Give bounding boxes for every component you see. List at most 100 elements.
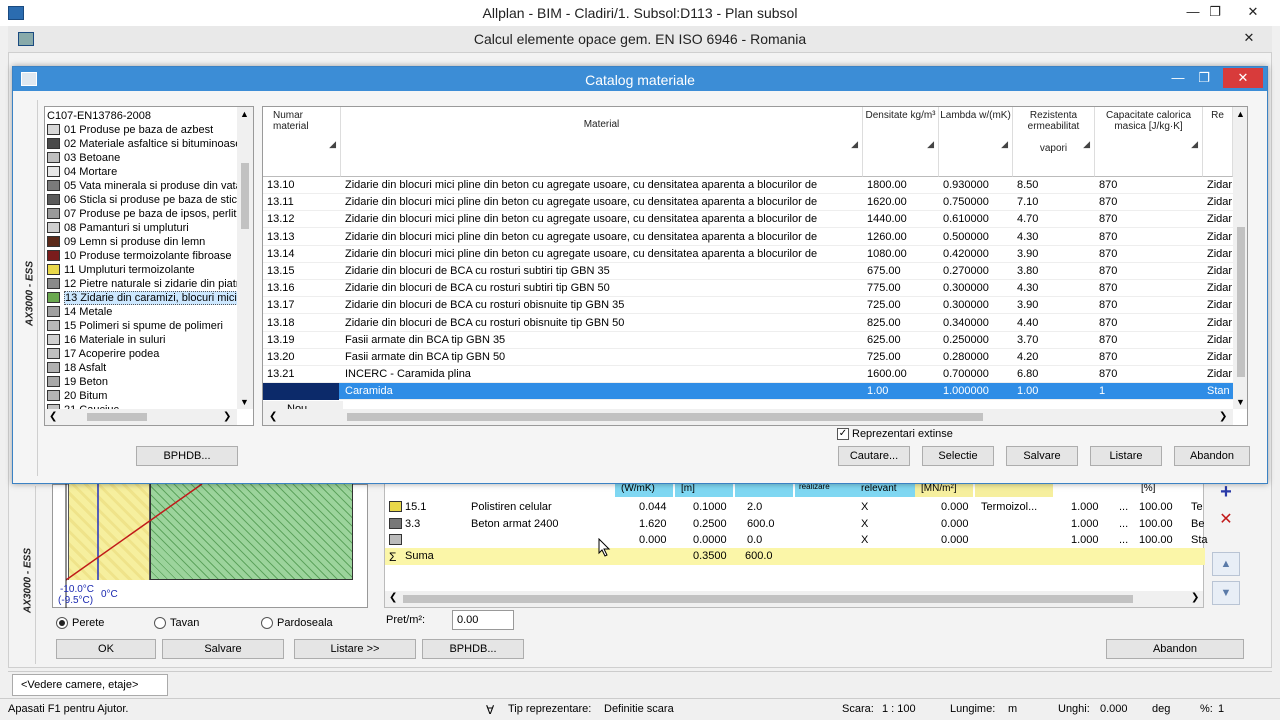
radio-pardoseala[interactable] — [261, 617, 273, 629]
tree-item[interactable]: 19 Beton — [47, 375, 237, 389]
col-header-capacity[interactable]: Capacitate calorica masica [J/kg·K] ◢ — [1095, 107, 1203, 177]
filter-icon[interactable]: ◢ — [927, 139, 934, 150]
catalog-maximize-icon[interactable]: ❐ — [1189, 68, 1219, 88]
tree-item[interactable]: 12 Pietre naturale si zidarie din piatra — [47, 277, 237, 291]
table-vscroll-thumb[interactable] — [1237, 227, 1245, 377]
scale-value[interactable]: 1 : 100 — [882, 703, 916, 715]
layer-grid-hscroll[interactable]: ❮ ❯ — [385, 591, 1203, 607]
tab-views[interactable]: <Vedere camere, etaje> — [12, 674, 168, 696]
calc-close-icon[interactable]: ✕ — [1234, 28, 1264, 48]
col-header-density[interactable]: Densitate kg/m³ ◢ — [863, 107, 939, 177]
table-row[interactable]: 13.16 Zidarie din blocuri de BCA cu rostu… — [263, 280, 1247, 298]
table-row[interactable]: 13.12 Zidarie din blocuri mici pline din … — [263, 211, 1247, 229]
table-row[interactable]: Caramida 1.00 1.000000 1.00 1 Stan — [263, 383, 1247, 401]
scroll-left-icon[interactable]: ❮ — [389, 592, 397, 603]
catalog-bphdb-button[interactable]: BPHDB... — [136, 446, 238, 466]
tree-item[interactable]: 06 Sticla si produse pe baza de sticla — [47, 193, 237, 207]
select-button[interactable]: Selectie — [922, 446, 994, 466]
table-hscroll[interactable]: ❮ ❯ — [263, 409, 1233, 425]
tree-vscroll[interactable]: ▲ ▼ — [237, 107, 253, 409]
material-category-tree[interactable]: C107-EN13786-2008 01 Produse pe baza de … — [44, 106, 254, 426]
tree-vscroll-thumb[interactable] — [241, 163, 249, 229]
filter-icon[interactable]: ◢ — [1191, 139, 1198, 150]
tree-scroll-up-icon[interactable]: ▲ — [240, 109, 249, 119]
table-row[interactable]: 13.20 Fasii armate din BCA tip GBN 50 725.… — [263, 349, 1247, 366]
tree-item[interactable]: 15 Polimeri si spume de polimeri — [47, 319, 237, 333]
tree-item[interactable]: 09 Lemn si produse din lemn — [47, 235, 237, 249]
tree-item[interactable]: 03 Betoane — [47, 151, 237, 165]
table-vscroll[interactable]: ▲ ▼ — [1233, 107, 1247, 409]
length-unit[interactable]: m — [1008, 703, 1017, 715]
calc-list-button[interactable]: Listare >> — [294, 639, 416, 659]
search-button[interactable]: Cautare... — [838, 446, 910, 466]
move-down-icon[interactable]: ▼ — [1212, 581, 1240, 605]
table-scroll-right-icon[interactable]: ❯ — [1219, 411, 1227, 422]
table-scroll-down-icon[interactable]: ▼ — [1236, 397, 1245, 407]
maximize-icon[interactable]: ❐ — [1200, 2, 1230, 22]
calc-side-tab[interactable]: AX3000 - ESS — [20, 486, 36, 664]
table-row[interactable]: 13.15 Zidarie din blocuri de BCA cu rostu… — [263, 263, 1247, 280]
tree-hscroll[interactable]: ❮ ❯ — [45, 409, 237, 425]
catalog-list-button[interactable]: Listare — [1090, 446, 1162, 466]
tree-item[interactable]: 02 Materiale asfaltice si bituminoase — [47, 137, 237, 151]
tree-item[interactable]: 20 Bitum — [47, 389, 237, 403]
delete-layer-icon[interactable]: ✕ — [1212, 508, 1240, 532]
table-row[interactable]: 13.17 Zidarie din blocuri de BCA cu rostu… — [263, 297, 1247, 315]
tree-root[interactable]: C107-EN13786-2008 — [47, 109, 237, 123]
move-up-icon[interactable]: ▲ — [1212, 552, 1240, 576]
tree-scroll-right-icon[interactable]: ❯ — [223, 411, 231, 422]
table-row[interactable]: 13.21 INCERC - Caramida plina 1600.00 0.700… — [263, 366, 1247, 384]
layer-row[interactable]: 0.000 0.0000 0.0 X 0.000 1.000... 100.00 Sta — [385, 532, 1208, 549]
tree-item[interactable]: 16 Materiale in suluri — [47, 333, 237, 347]
table-row[interactable]: 13.10 Zidarie din blocuri mici pline din … — [263, 177, 1247, 194]
table-row[interactable]: 13.13 Zidarie din blocuri mici pline din … — [263, 229, 1247, 246]
radio-tavan[interactable] — [154, 617, 166, 629]
tree-scroll-left-icon[interactable]: ❮ — [49, 411, 57, 422]
catalog-close-icon[interactable]: ✕ — [1223, 68, 1263, 88]
col-header-lambda[interactable]: Lambda w/(mK) ◢ — [939, 107, 1013, 177]
tree-item[interactable]: 18 Asfalt — [47, 361, 237, 375]
col-header-resist[interactable]: Rezistenta ermeabilitat vapori ◢ — [1013, 107, 1095, 177]
tree-item[interactable]: 08 Pamanturi si umpluturi — [47, 221, 237, 235]
calc-bphdb-button[interactable]: BPHDB... — [422, 639, 524, 659]
calc-cancel-button[interactable]: Abandon — [1106, 639, 1244, 659]
col-header-material[interactable]: Material ◢ — [341, 107, 863, 177]
filter-icon[interactable]: ◢ — [329, 139, 336, 150]
material-table[interactable]: Numar material ◢ Material ◢ Densitate kg… — [262, 106, 1248, 426]
filter-icon[interactable]: ◢ — [1083, 139, 1090, 150]
scroll-right-icon[interactable]: ❯ — [1191, 592, 1199, 603]
calc-save-button[interactable]: Salvare — [162, 639, 284, 659]
tree-scroll-down-icon[interactable]: ▼ — [240, 397, 249, 407]
filter-icon[interactable]: ◢ — [1001, 139, 1008, 150]
layer-row[interactable]: 15.1 Polistiren celular 0.044 0.1000 2.0 X 0.0… — [385, 499, 1205, 516]
ok-button[interactable]: OK — [56, 639, 156, 659]
table-scroll-up-icon[interactable]: ▲ — [1236, 109, 1245, 119]
catalog-side-tab[interactable]: AX3000 - ESS — [22, 100, 38, 476]
table-row[interactable]: 13.11 Zidarie din blocuri mici pline din … — [263, 194, 1247, 212]
tree-item[interactable]: 11 Umpluturi termoizolante — [47, 263, 237, 277]
col-header-number[interactable]: Numar material ◢ — [263, 107, 341, 177]
tree-item[interactable]: 10 Produse termoizolante fibroase — [47, 249, 237, 263]
tree-item[interactable]: 01 Produse pe baza de azbest — [47, 123, 237, 137]
repr-type-value[interactable]: Definitie scara — [604, 703, 674, 715]
tree-item[interactable]: 14 Metale — [47, 305, 237, 319]
tree-item[interactable]: 04 Mortare — [47, 165, 237, 179]
radio-perete[interactable] — [56, 617, 68, 629]
tree-item[interactable]: 07 Produse pe baza de ipsos, perlit — [47, 207, 237, 221]
percent-value[interactable]: 1 — [1218, 703, 1224, 715]
price-input[interactable] — [452, 610, 514, 630]
close-icon[interactable]: ✕ — [1238, 2, 1268, 22]
catalog-cancel-button[interactable]: Abandon — [1174, 446, 1250, 466]
angle-value[interactable]: 0.000 — [1100, 703, 1128, 715]
tree-hscroll-thumb[interactable] — [87, 413, 147, 421]
layer-grid-hscroll-thumb[interactable] — [403, 595, 1133, 603]
table-row[interactable]: 13.18 Zidarie din blocuri de BCA cu rostu… — [263, 315, 1247, 332]
tree-item[interactable]: 17 Acoperire podea — [47, 347, 237, 361]
table-scroll-left-icon[interactable]: ❮ — [269, 411, 277, 422]
catalog-save-button[interactable]: Salvare — [1006, 446, 1078, 466]
tree-item[interactable]: 13 Zidarie din caramizi, blocuri mici — [47, 291, 237, 305]
tree-item[interactable]: 05 Vata minerala si produse din vata min… — [47, 179, 237, 193]
extended-view-checkbox[interactable]: ✓ — [837, 428, 849, 440]
table-row[interactable]: 13.14 Zidarie din blocuri mici pline din … — [263, 246, 1247, 263]
layer-row[interactable]: 3.3 Beton armat 2400 1.620 0.2500 600.0 X 0.00… — [385, 516, 1205, 533]
